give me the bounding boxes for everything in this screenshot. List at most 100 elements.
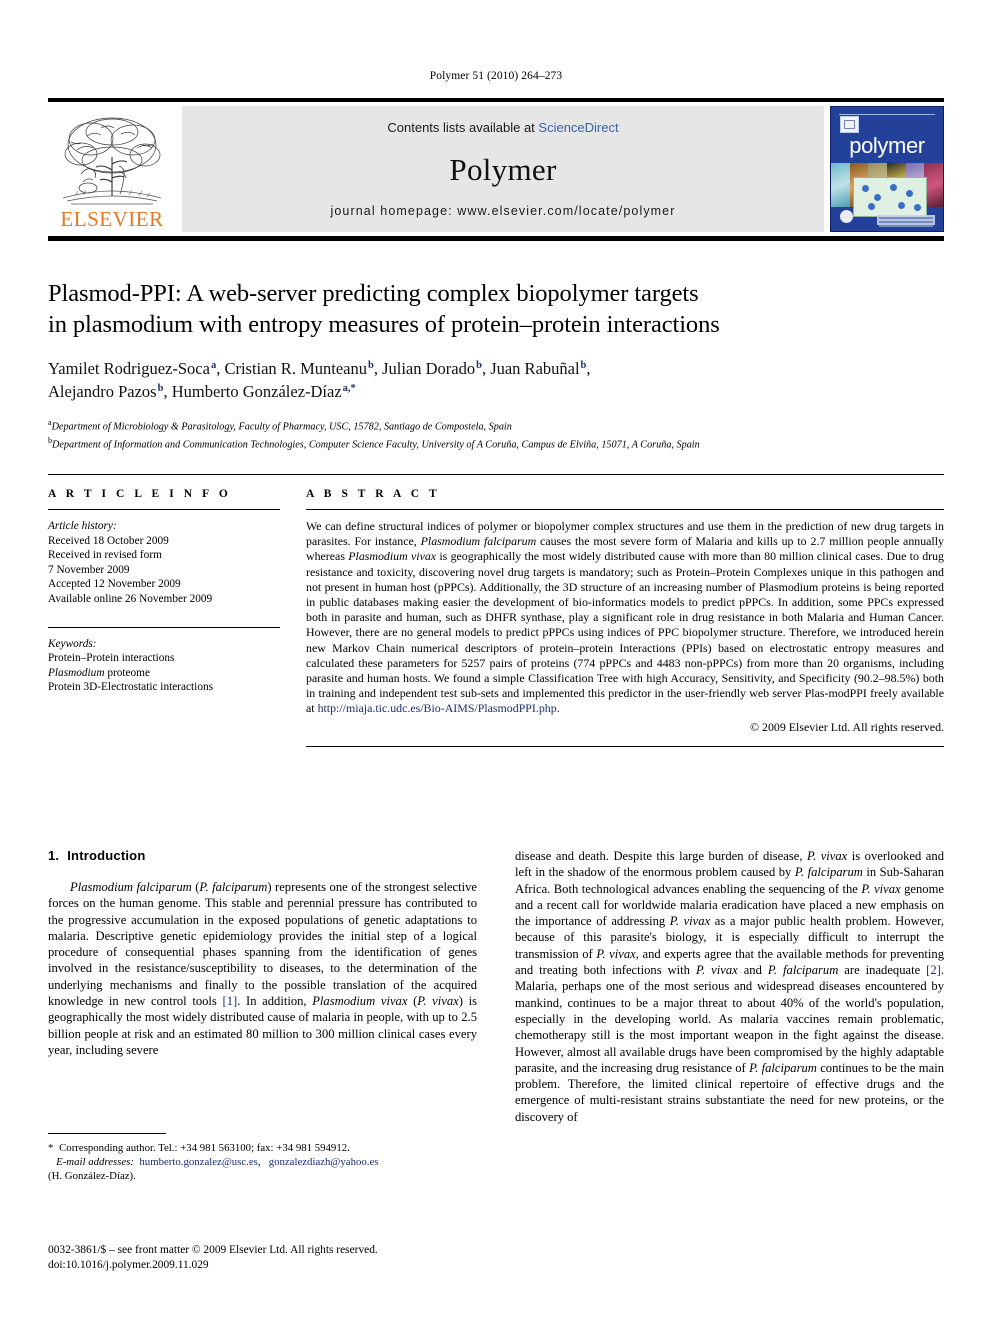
affiliation-text: Department of Microbiology & Parasitolog…	[51, 421, 512, 433]
doi-line[interactable]: doi:10.1016/j.polymer.2009.11.029	[48, 1258, 608, 1273]
cover-badge-icon	[840, 116, 859, 133]
section-heading-introduction: 1. Introduction	[48, 848, 477, 863]
cover-inset-diagram	[853, 177, 927, 217]
contents-prefix: Contents lists available at	[387, 120, 539, 135]
author-affiliation-mark: a,*	[342, 382, 356, 394]
history-item: Received in revised form	[48, 549, 162, 562]
species-name: P. falciparum	[767, 963, 839, 978]
author-separator: ,	[163, 382, 172, 401]
history-item: Received 18 October 2009	[48, 534, 169, 547]
plasmodppi-url-link[interactable]: http://miaja.tic.udc.es/Bio-AIMS/Plasmod…	[318, 701, 557, 715]
author-separator: ,	[373, 359, 383, 378]
journal-homepage[interactable]: journal homepage: www.elsevier.com/locat…	[330, 204, 675, 218]
species-name: P. vivax	[861, 881, 901, 896]
article-history-label: Article history:	[48, 520, 117, 532]
species-name: P. vivax	[417, 994, 459, 1009]
author-list: Yamilet Rodriguez-Socaa, Cristian R. Mun…	[48, 357, 944, 403]
title-block: Plasmod-PPI: A web-server predicting com…	[48, 278, 944, 452]
abstract-part: is geographically the most widely distri…	[306, 549, 944, 716]
keyword-item: Protein–Protein interactions	[48, 652, 175, 665]
publisher-footer: 0032-3861/$ – see front matter © 2009 El…	[48, 1243, 608, 1273]
footnote-area: * Corresponding author. Tel.: +34 981 56…	[48, 1133, 477, 1183]
author-separator: ,	[481, 359, 491, 378]
history-item: 7 November 2009	[48, 563, 130, 576]
abstract-rule	[306, 509, 944, 510]
email-addresses-label: E-mail addresses:	[56, 1156, 134, 1168]
citation-ref-2[interactable]: [2]	[926, 963, 941, 977]
article-info-column: A R T I C L E I N F O Article history: R…	[48, 488, 306, 747]
email-owner: (H. González-Díaz).	[48, 1170, 136, 1182]
body-columns: 1. Introduction Plasmodium falciparum (P.…	[48, 848, 944, 1125]
elsevier-wordmark: ELSEVIER	[60, 207, 164, 231]
species-name: Plasmodium falciparum	[70, 880, 192, 894]
species-name: Plasmodium vivax	[312, 994, 408, 1009]
title-line-2: in plasmodium with entropy measures of p…	[48, 311, 720, 338]
article-history: Article history: Received 18 October 200…	[48, 519, 280, 607]
journal-title: Polymer	[449, 151, 557, 187]
header-rule-bottom	[48, 236, 944, 241]
author-affiliation-mark: b	[367, 359, 374, 371]
species-name: P. vivax	[807, 849, 848, 863]
footnote-rule	[48, 1133, 166, 1134]
keywords-rule	[48, 626, 280, 628]
header-rule-top	[48, 98, 944, 102]
author-name: Yamilet Rodriguez-Soca	[48, 359, 210, 378]
species-name: P. falciparum	[794, 865, 863, 880]
keyword-item: Protein 3D-Electrostatic interactions	[48, 681, 214, 694]
abstract-column: A B S T R A C T We can define structural…	[306, 488, 944, 747]
email-separator: ,	[257, 1156, 264, 1168]
keyword-item: Plasmodium proteome	[48, 666, 150, 679]
abstract-species: Plasmodium vivax	[348, 549, 437, 564]
running-head: Polymer 51 (2010) 264–273	[429, 70, 563, 82]
par-text: disease and death. Despite this large bu…	[515, 849, 807, 863]
body-column-right: disease and death. Despite this large bu…	[515, 848, 944, 1125]
affiliation-item: aDepartment of Microbiology & Parasitolo…	[48, 416, 944, 434]
info-abstract-top-rule	[48, 474, 944, 475]
journal-header: ELSEVIER Contents lists available at Sci…	[48, 98, 944, 241]
history-item: Accepted 12 November 2009	[48, 578, 181, 591]
affiliation-text: Department of Information and Communicat…	[52, 439, 700, 451]
par-text: . In addition,	[237, 994, 313, 1009]
section-number: 1.	[48, 848, 60, 863]
journal-cover-image[interactable]: polymer	[830, 106, 944, 232]
author-name: Cristian R. Munteanu	[224, 359, 367, 378]
footnote-star: *	[48, 1142, 54, 1154]
corresponding-text: Corresponding author. Tel.: +34 981 5631…	[56, 1142, 350, 1154]
affiliation-list: aDepartment of Microbiology & Parasitolo…	[48, 416, 944, 452]
info-abstract-section: A R T I C L E I N F O Article history: R…	[48, 474, 944, 747]
author-name: Humberto González-Díaz	[171, 382, 342, 401]
citation-ref-1[interactable]: [1]	[223, 994, 238, 1008]
species-name: P. vivax	[669, 914, 711, 929]
abstract-copyright: © 2009 Elsevier Ltd. All rights reserved…	[750, 719, 944, 734]
author-affiliation-mark: b	[476, 359, 482, 371]
paper-page: Polymer 51 (2010) 264–273 ELSEVIER Conte…	[0, 0, 992, 1323]
elsevier-logo[interactable]: ELSEVIER	[48, 106, 176, 232]
title-line-1: Plasmod-PPI: A web-server predicting com…	[48, 280, 699, 307]
corresponding-author-note: * Corresponding author. Tel.: +34 981 56…	[48, 1141, 477, 1183]
species-name: P. falciparum	[199, 880, 268, 894]
issn-copyright-line: 0032-3861/$ – see front matter © 2009 El…	[48, 1244, 378, 1256]
species-name: P. vivax	[695, 963, 738, 978]
abstract-part: .	[556, 701, 560, 716]
author-name: Alejandro Pazos	[48, 382, 157, 401]
par-text: . Malaria, perhaps one of the most serio…	[515, 963, 945, 1075]
intro-paragraph-left: Plasmodium falciparum (P. falciparum) re…	[48, 879, 477, 1058]
sciencedirect-link[interactable]: ScienceDirect	[538, 120, 618, 135]
keywords-label: Keywords:	[48, 637, 97, 650]
cover-copyright-mark	[840, 210, 853, 223]
article-info-label: A R T I C L E I N F O	[48, 488, 232, 500]
cover-footer-lines	[877, 215, 935, 227]
contents-available-line: Contents lists available at ScienceDirec…	[387, 120, 618, 135]
email-link-primary[interactable]: humberto.gonzalez@usc.es	[139, 1156, 257, 1168]
abstract-bottom-rule	[306, 745, 944, 747]
email-link-secondary[interactable]: gonzalezdiazh@yahoo.es	[269, 1156, 379, 1168]
keywords-group: Keywords: Protein–Protein interactions P…	[48, 637, 280, 695]
abstract-label: A B S T R A C T	[306, 488, 441, 500]
elsevier-tree-icon	[62, 117, 162, 205]
author-separator: ,	[586, 359, 591, 378]
affiliation-item: bDepartment of Information and Communica…	[48, 434, 944, 452]
par-text: are inadequate	[838, 963, 927, 978]
section-title: Introduction	[67, 848, 146, 863]
species-name: P. falciparum	[749, 1060, 817, 1075]
